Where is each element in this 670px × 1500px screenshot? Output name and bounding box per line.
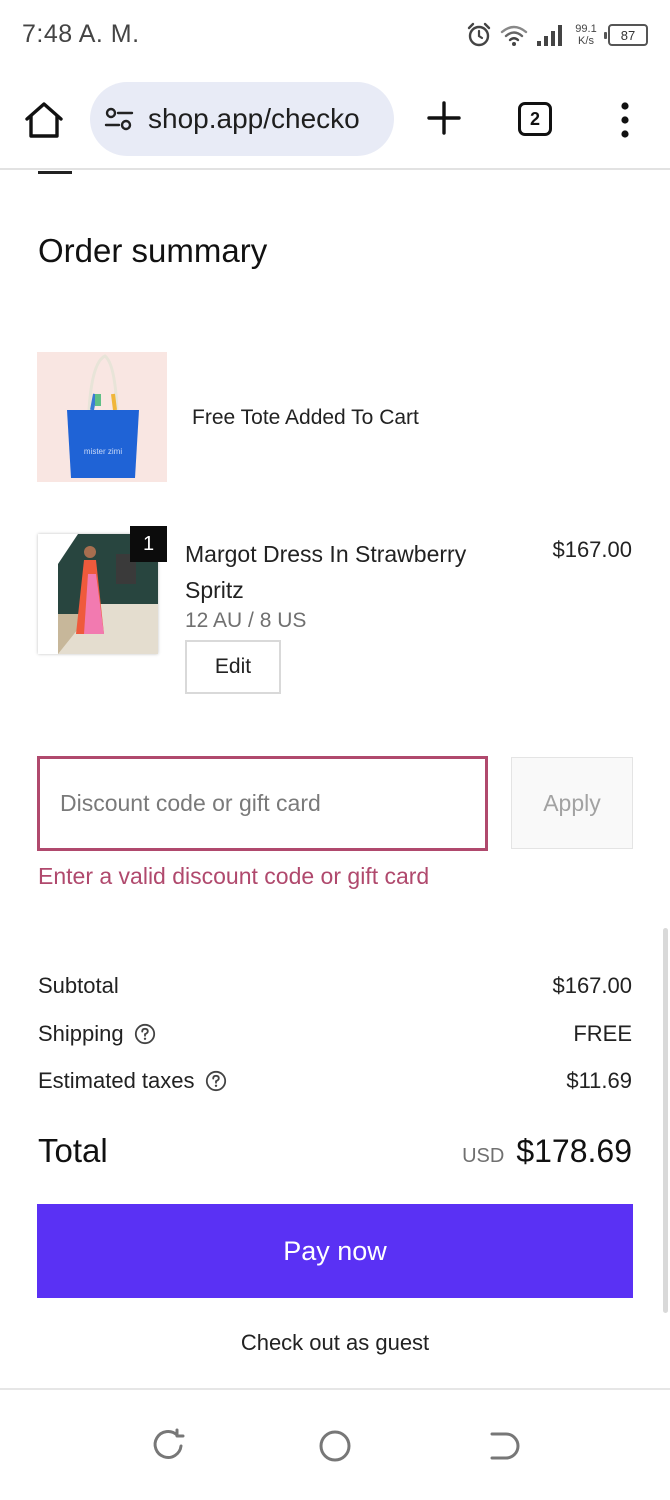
status-bar: 7:48 A. M. 99.1 K/s 87 [0,0,670,72]
total-label: Total [38,1132,108,1169]
tote-bag-illustration: mister zimi [67,354,139,478]
taxes-help-icon[interactable] [205,1070,227,1092]
taxes-row: Estimated taxes $11.69 [38,1064,632,1098]
tote-brand-text: mister zimi [84,447,122,456]
dress-item-variant: 12 AU / 8 US [185,609,307,632]
edit-item-button[interactable]: Edit [185,640,281,694]
net-speed-unit: K/s [578,35,594,47]
url-text[interactable]: shop.app/checko [148,103,360,135]
status-icons: 99.1 K/s 87 [466,18,648,52]
tab-count: 2 [529,108,540,129]
total-amount: $178.69 [516,1133,632,1169]
battery-level: 87 [620,27,636,43]
recent-apps-icon[interactable] [148,1426,188,1466]
back-nav-icon[interactable] [482,1426,522,1466]
pay-now-button[interactable]: Pay now [37,1204,633,1298]
apply-discount-button[interactable]: Apply [511,757,633,849]
discount-error-message: Enter a valid discount code or gift card [38,863,430,889]
net-speed-value: 99.1 [575,23,597,35]
signal-icon [537,25,562,46]
status-time: 7:48 A. M. [22,20,140,48]
wifi-icon [500,25,528,46]
home-nav-icon[interactable] [315,1426,355,1466]
total-currency: USD [462,1145,505,1167]
tote-item-name: Free Tote Added To Cart [192,406,419,429]
more-menu-icon[interactable] [616,100,634,140]
shipping-help-icon[interactable] [134,1023,156,1045]
new-tab-plus-icon[interactable] [424,98,464,138]
quantity-badge: 1 [130,526,167,562]
home-icon[interactable] [22,100,66,140]
browser-toolbar: shop.app/checko 2 [0,72,670,170]
net-speed: 99.1 K/s [572,23,600,47]
page-scrollbar[interactable] [663,928,668,1313]
dress-item-price: $167.00 [552,537,632,562]
site-settings-icon[interactable] [104,104,134,134]
total-row: Total USD $178.69 [38,1132,632,1170]
order-summary-title: Order summary [38,232,268,269]
subtotal-value: $167.00 [552,973,632,998]
battery-icon: 87 [604,24,648,46]
dress-item-name: Margot Dress In Strawberry Spritz [185,541,467,603]
shipping-value: FREE [573,1021,632,1046]
address-bar[interactable]: shop.app/checko [90,82,394,156]
shipping-label: Shipping [38,1021,124,1046]
discount-code-input[interactable] [37,756,488,851]
shipping-row: Shipping FREE [38,1017,632,1051]
tab-switcher-icon[interactable]: 2 [518,102,552,136]
tote-bag-image: mister zimi [37,352,167,482]
taxes-value: $11.69 [566,1068,632,1093]
system-nav-bar [0,1388,670,1500]
taxes-label: Estimated taxes [38,1068,195,1093]
guest-checkout-link[interactable]: Check out as guest [0,1330,670,1356]
subtotal-label: Subtotal [38,973,119,998]
alarm-icon [467,22,491,47]
collapsed-divider [38,171,72,174]
subtotal-row: Subtotal $167.00 [38,969,632,1003]
